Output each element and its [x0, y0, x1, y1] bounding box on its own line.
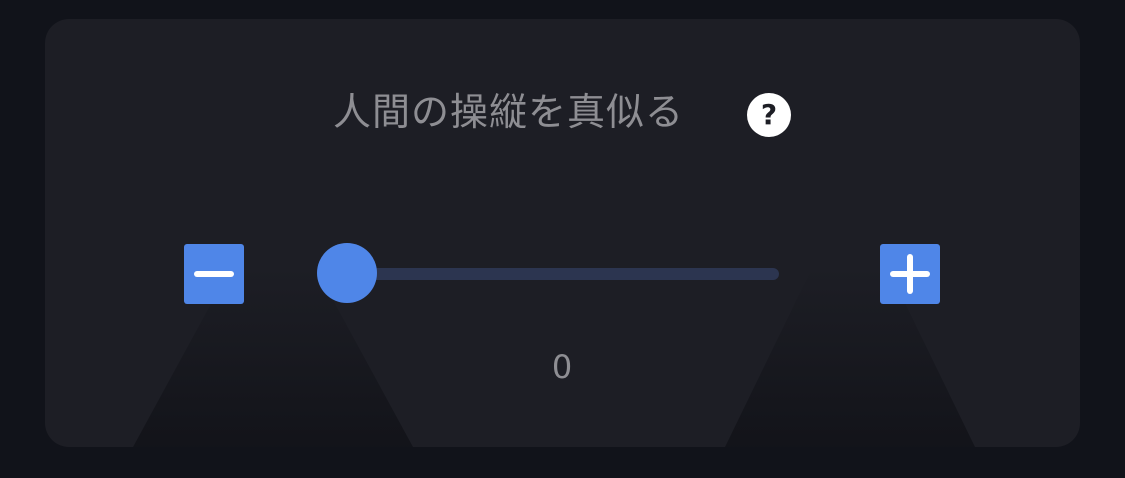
settings-panel: 人間の操縦を真似る ? 0: [45, 19, 1080, 447]
question-mark-icon[interactable]: ?: [747, 93, 791, 137]
panel-title: 人間の操縦を真似る: [333, 90, 685, 134]
slider-track[interactable]: [347, 268, 779, 280]
slider-thumb[interactable]: [317, 243, 377, 303]
increase-button[interactable]: [880, 244, 940, 304]
minus-icon: [194, 271, 234, 277]
decrease-button[interactable]: [184, 244, 244, 304]
slider-value: 0: [551, 348, 573, 386]
background-shadow: [133, 267, 413, 447]
